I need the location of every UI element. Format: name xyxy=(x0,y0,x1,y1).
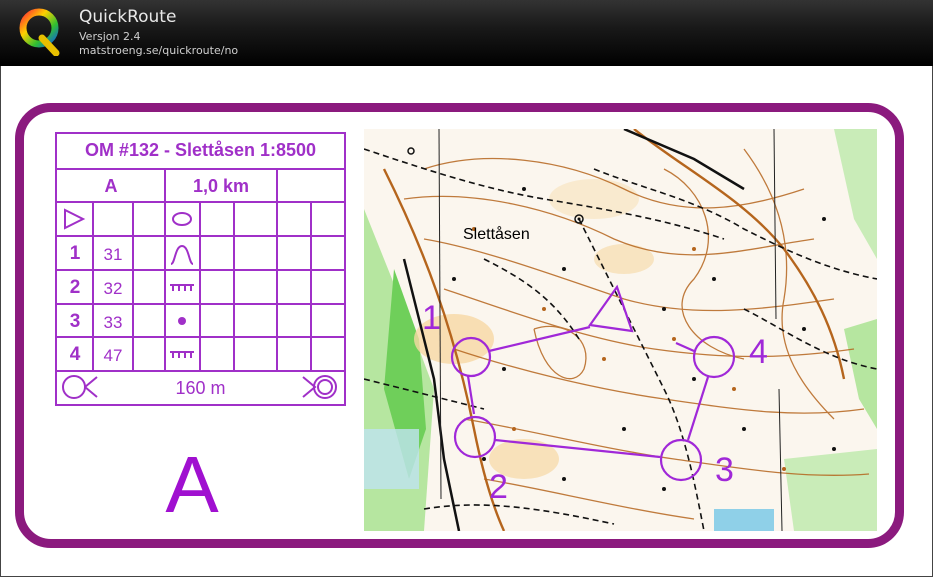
title-bar: QuickRoute Versjon 2.4 matstroeng.se/qui… xyxy=(0,0,933,66)
control-label-2: 2 xyxy=(489,468,508,506)
control-number: 2 xyxy=(69,277,81,298)
app-title: QuickRoute xyxy=(79,7,177,27)
app-url[interactable]: matstroeng.se/quickroute/no xyxy=(79,44,238,57)
place-name-label: Slettåsen xyxy=(463,226,530,243)
app-version: Versjon 2.4 xyxy=(79,30,141,43)
course-header: OM #132 - Slettåsen 1:8500 xyxy=(84,140,317,160)
finish-distance: 160 m xyxy=(175,378,226,398)
quickroute-logo-icon xyxy=(19,8,60,56)
control-number: 3 xyxy=(69,311,81,332)
control-label-1: 1 xyxy=(422,299,441,337)
map-drawing xyxy=(364,129,877,531)
control-number: 1 xyxy=(69,243,81,264)
course-letter: A xyxy=(165,440,219,529)
knoll-icon xyxy=(172,212,192,226)
control-label-4: 4 xyxy=(749,333,768,371)
orienteering-map[interactable]: Slettåsen 1 2 3 4 xyxy=(364,129,877,531)
course-code: A xyxy=(104,176,118,196)
start-triangle-icon xyxy=(64,208,86,230)
control-number: 4 xyxy=(69,344,81,365)
control-code: 33 xyxy=(103,313,123,332)
control-label-3: 3 xyxy=(715,451,734,489)
hill-icon xyxy=(170,244,194,265)
control-code: 31 xyxy=(103,245,123,264)
cliff-icon xyxy=(170,284,194,291)
control-code: 47 xyxy=(103,346,123,365)
control-description-table: OM #132 - Slettåsen 1:8500 A 1,0 km 1 31… xyxy=(55,132,346,406)
dot-icon xyxy=(178,317,186,325)
course-length: 1,0 km xyxy=(192,176,250,196)
cliff-icon xyxy=(170,351,194,358)
control-code: 32 xyxy=(103,279,123,298)
